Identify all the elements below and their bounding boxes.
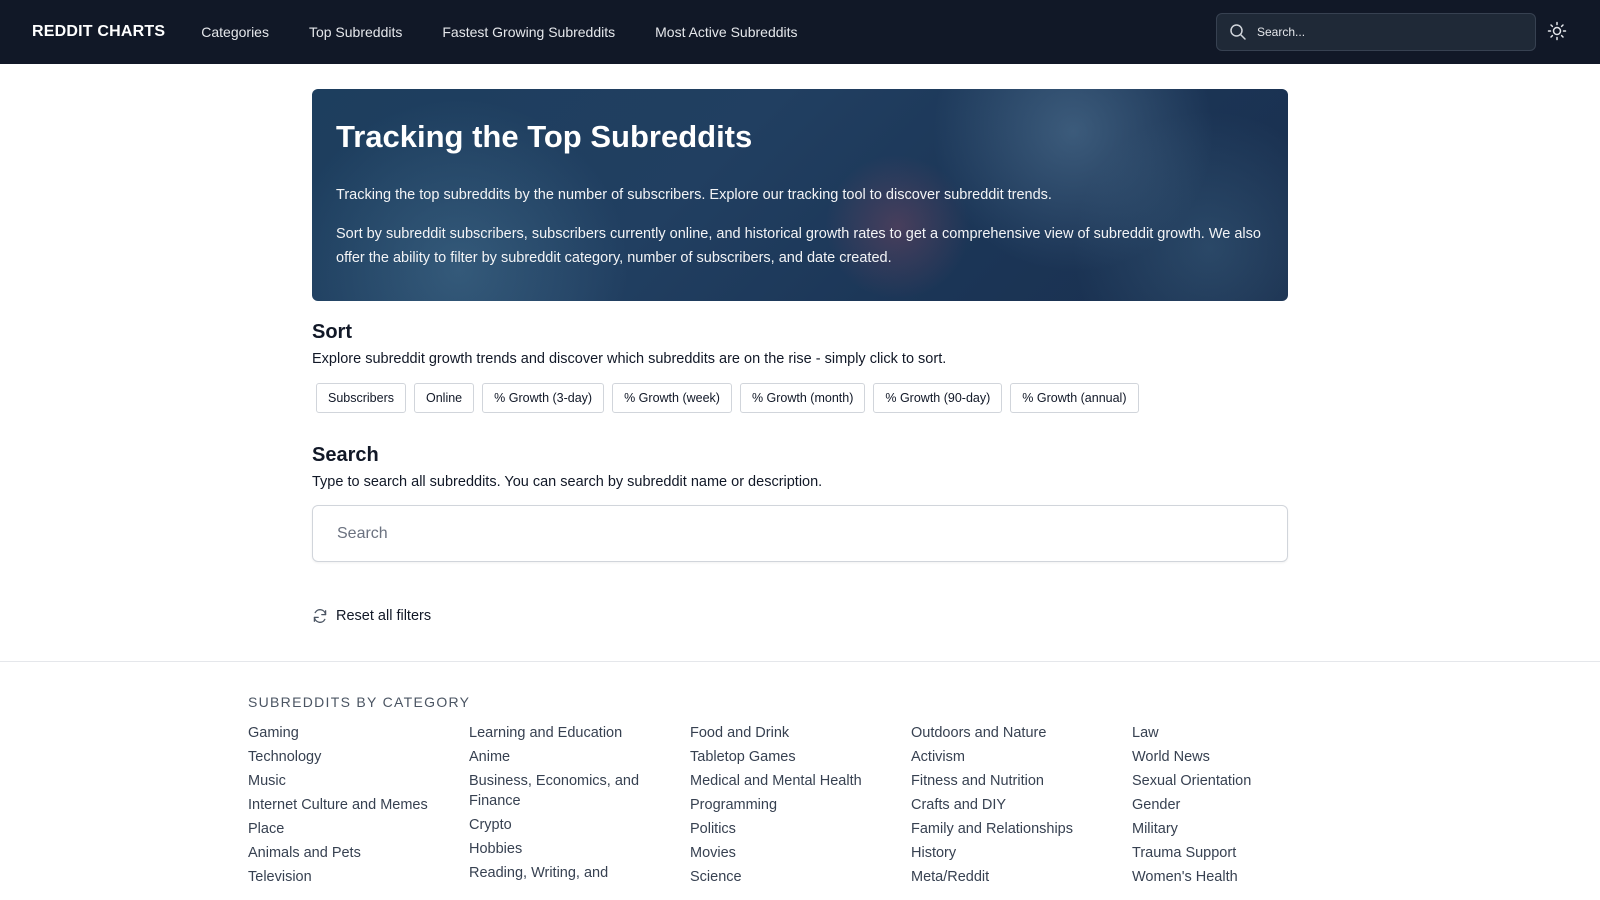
category-link[interactable]: Technology — [248, 747, 469, 767]
category-link[interactable]: Crafts and DIY — [911, 795, 1132, 815]
category-link[interactable]: Tabletop Games — [690, 747, 911, 767]
category-link[interactable]: Place — [248, 819, 469, 839]
category-link[interactable]: Trauma Support — [1132, 843, 1353, 863]
category-column: Gaming Technology Music Internet Culture… — [248, 723, 469, 887]
category-link[interactable]: Movies — [690, 843, 911, 863]
category-link[interactable]: Women's Health — [1132, 867, 1353, 887]
nav-link-fastest-growing[interactable]: Fastest Growing Subreddits — [442, 24, 615, 40]
nav-search-box[interactable] — [1216, 13, 1536, 51]
sort-growth-month-button[interactable]: % Growth (month) — [739, 383, 866, 413]
category-link[interactable]: Sexual Orientation — [1132, 771, 1353, 791]
subreddit-search-input[interactable] — [337, 524, 1263, 543]
refresh-icon — [312, 608, 328, 624]
category-link[interactable]: Activism — [911, 747, 1132, 767]
category-link[interactable]: Business, Economics, and Finance — [469, 771, 690, 811]
main-content: Tracking the Top Subreddits Tracking the… — [312, 64, 1288, 624]
category-link[interactable]: Military — [1132, 819, 1353, 839]
subreddit-search-box[interactable] — [312, 505, 1288, 562]
nav-links: Categories Top Subreddits Fastest Growin… — [201, 24, 797, 40]
nav-link-most-active[interactable]: Most Active Subreddits — [655, 24, 797, 40]
sort-buttons: Subscribers Online % Growth (3-day) % Gr… — [312, 383, 1288, 413]
reset-filters-button[interactable]: Reset all filters — [312, 608, 1288, 624]
category-link[interactable]: History — [911, 843, 1132, 863]
category-section-title: SUBREDDITS BY CATEGORY — [248, 694, 471, 710]
category-link[interactable]: Music — [248, 771, 469, 791]
reset-filters-label: Reset all filters — [336, 608, 432, 624]
category-column: Food and Drink Tabletop Games Medical an… — [690, 723, 911, 887]
category-link[interactable]: Meta/Reddit — [911, 867, 1132, 887]
category-link[interactable]: Programming — [690, 795, 911, 815]
sort-subscribers-button[interactable]: Subscribers — [316, 383, 406, 413]
category-column: Law World News Sexual Orientation Gender… — [1132, 723, 1353, 887]
category-link[interactable]: Hobbies — [469, 839, 690, 859]
category-link[interactable]: Outdoors and Nature — [911, 723, 1132, 743]
search-description: Type to search all subreddits. You can s… — [312, 474, 823, 490]
category-link[interactable]: Learning and Education — [469, 723, 690, 743]
hero-intro: Tracking the top subreddits by the numbe… — [336, 187, 1052, 203]
category-link[interactable]: Medical and Mental Health — [690, 771, 911, 791]
sort-description: Explore subreddit growth trends and disc… — [312, 351, 947, 367]
category-link[interactable]: Television — [248, 867, 469, 887]
brand-logo[interactable]: REDDIT CHARTS — [32, 23, 165, 41]
search-section: Search Type to search all subreddits. Yo… — [312, 444, 1288, 562]
search-icon — [1229, 23, 1247, 41]
top-nav: REDDIT CHARTS Categories Top Subreddits … — [0, 0, 1600, 64]
category-link[interactable]: Crypto — [469, 815, 690, 835]
category-link[interactable]: Gender — [1132, 795, 1353, 815]
category-link[interactable]: Gaming — [248, 723, 469, 743]
sort-growth-week-button[interactable]: % Growth (week) — [612, 383, 732, 413]
sort-growth-90day-button[interactable]: % Growth (90-day) — [873, 383, 1003, 413]
category-grid: Gaming Technology Music Internet Culture… — [248, 723, 1352, 887]
footer: SUBREDDITS BY CATEGORY Gaming Technology… — [0, 661, 1600, 887]
category-link[interactable]: Politics — [690, 819, 911, 839]
sort-online-button[interactable]: Online — [414, 383, 475, 413]
hero-banner: Tracking the Top Subreddits Tracking the… — [312, 89, 1288, 301]
hero-description: Sort by subreddit subscribers, subscribe… — [336, 226, 1261, 266]
category-link[interactable]: Animals and Pets — [248, 843, 469, 863]
category-link[interactable]: Law — [1132, 723, 1353, 743]
category-link[interactable]: Reading, Writing, and — [469, 863, 690, 883]
nav-link-top-subreddits[interactable]: Top Subreddits — [309, 24, 402, 40]
category-link[interactable]: Fitness and Nutrition — [911, 771, 1132, 791]
category-column: Outdoors and Nature Activism Fitness and… — [911, 723, 1132, 887]
nav-link-categories[interactable]: Categories — [201, 24, 269, 40]
sort-growth-annual-button[interactable]: % Growth (annual) — [1010, 383, 1139, 413]
category-link[interactable]: Internet Culture and Memes — [248, 795, 469, 815]
category-link[interactable]: Anime — [469, 747, 690, 767]
page-title: Tracking the Top Subreddits — [336, 119, 753, 154]
nav-search-input[interactable] — [1257, 25, 1517, 39]
sort-growth-3day-button[interactable]: % Growth (3-day) — [482, 383, 605, 413]
sort-title: Sort — [312, 321, 352, 343]
sort-section: Sort Explore subreddit growth trends and… — [312, 321, 1288, 413]
category-link[interactable]: World News — [1132, 747, 1353, 767]
search-title: Search — [312, 444, 379, 466]
theme-toggle-sun-icon[interactable] — [1546, 20, 1568, 42]
category-link[interactable]: Food and Drink — [690, 723, 911, 743]
category-link[interactable]: Family and Relationships — [911, 819, 1132, 839]
category-link[interactable]: Science — [690, 867, 911, 887]
category-column: Learning and Education Anime Business, E… — [469, 723, 690, 887]
